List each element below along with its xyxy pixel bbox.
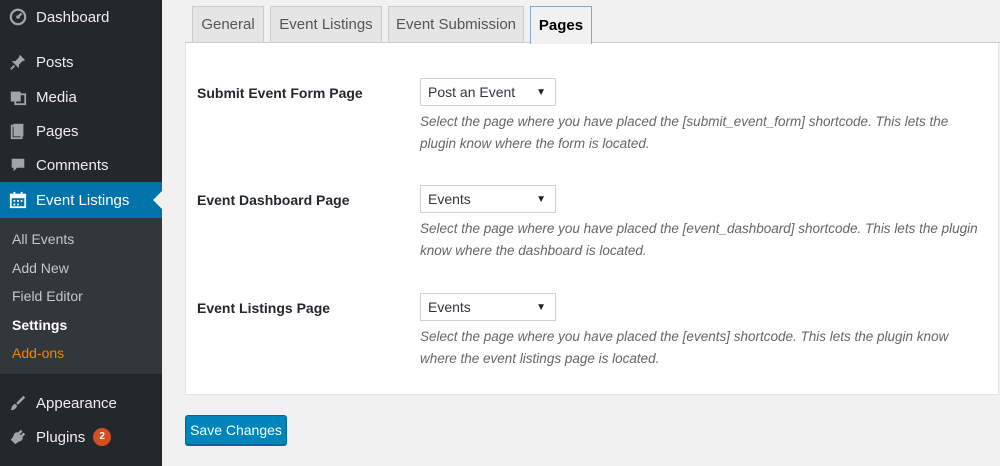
comments-icon xyxy=(0,156,36,174)
menu-item-comments[interactable]: Comments xyxy=(0,150,162,180)
menu-label: Event Listings xyxy=(36,191,130,209)
admin-sidebar: Dashboard Posts Media Pages Comments Eve… xyxy=(0,0,162,466)
menu-item-plugins[interactable]: Plugins 2 xyxy=(0,422,162,452)
event-listings-page-description: Select the page where you have placed th… xyxy=(420,329,949,366)
select-value: Post an Event xyxy=(428,84,516,100)
tab-pages[interactable]: Pages xyxy=(530,6,592,44)
calendar-icon xyxy=(0,191,36,209)
menu-item-event-listings[interactable]: Event Listings xyxy=(0,182,162,218)
menu-item-appearance[interactable]: Appearance xyxy=(0,388,162,418)
submit-event-form-page-description: Select the page where you have placed th… xyxy=(420,114,949,151)
menu-item-pages[interactable]: Pages xyxy=(0,116,162,146)
dashboard-icon xyxy=(0,8,36,26)
pin-icon xyxy=(0,53,36,71)
menu-label: Media xyxy=(36,88,77,106)
media-icon xyxy=(0,88,36,106)
menu-item-posts[interactable]: Posts xyxy=(0,47,162,77)
menu-item-media[interactable]: Media xyxy=(0,82,162,112)
settings-panel: Submit Event Form Page Post an Event ▼ S… xyxy=(185,43,999,395)
save-changes-button[interactable]: Save Changes xyxy=(185,415,287,445)
submenu-all-events[interactable]: All Events xyxy=(12,231,74,247)
submenu-field-editor[interactable]: Field Editor xyxy=(12,288,83,304)
event-listings-submenu: All Events Add New Field Editor Settings… xyxy=(0,218,162,374)
pages-icon xyxy=(0,122,36,140)
event-dashboard-page-description: Select the page where you have placed th… xyxy=(420,221,978,258)
submenu-add-ons[interactable]: Add-ons xyxy=(12,345,64,361)
plugin-icon xyxy=(0,428,36,446)
select-value: Events xyxy=(428,299,471,315)
submit-event-form-page-label: Submit Event Form Page xyxy=(197,85,363,101)
event-dashboard-page-label: Event Dashboard Page xyxy=(197,192,350,208)
tab-general[interactable]: General xyxy=(192,6,264,43)
dropdown-caret-icon: ▼ xyxy=(536,194,546,205)
menu-label: Comments xyxy=(36,156,109,174)
dropdown-caret-icon: ▼ xyxy=(536,87,546,98)
menu-label: Posts xyxy=(36,53,74,71)
submenu-settings[interactable]: Settings xyxy=(12,317,67,333)
menu-label: Dashboard xyxy=(36,8,110,26)
tab-event-submission[interactable]: Event Submission xyxy=(388,6,524,43)
menu-label: Appearance xyxy=(36,394,117,412)
menu-label: Pages xyxy=(36,122,79,140)
menu-label: Plugins xyxy=(36,428,86,446)
submit-event-form-page-select[interactable]: Post an Event ▼ xyxy=(420,78,556,106)
tab-event-listings[interactable]: Event Listings xyxy=(270,6,382,43)
dropdown-caret-icon: ▼ xyxy=(536,302,546,313)
menu-item-dashboard[interactable]: Dashboard xyxy=(0,2,162,32)
brush-icon xyxy=(0,394,36,412)
event-listings-page-label: Event Listings Page xyxy=(197,300,331,316)
active-menu-arrow xyxy=(153,191,162,209)
event-dashboard-page-select[interactable]: Events ▼ xyxy=(420,185,556,213)
select-value: Events xyxy=(428,191,471,207)
update-count-badge: 2 xyxy=(93,428,112,446)
submenu-add-new[interactable]: Add New xyxy=(12,260,69,276)
event-listings-page-select[interactable]: Events ▼ xyxy=(420,293,556,321)
